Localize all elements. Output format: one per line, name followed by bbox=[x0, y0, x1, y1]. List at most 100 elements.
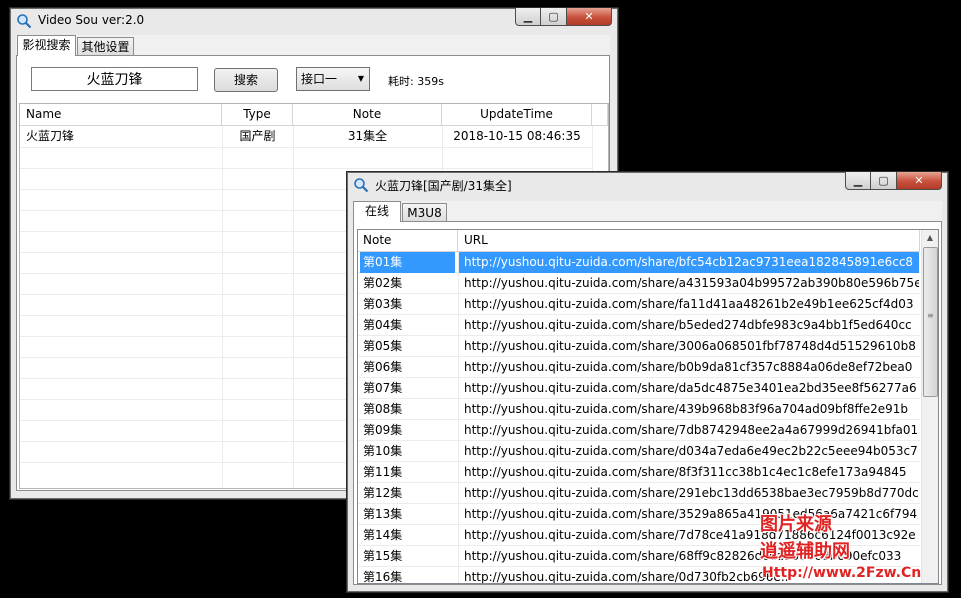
maximize-icon: ▢ bbox=[878, 174, 889, 187]
episode-row[interactable]: 第01集 http://yushou.qitu-zuida.com/share/b… bbox=[358, 252, 920, 273]
main-window-title: Video Sou ver:2.0 bbox=[38, 13, 145, 27]
tab-video-search[interactable]: 影视搜索 bbox=[17, 35, 76, 56]
header-label: Name bbox=[26, 107, 62, 121]
grip-icon: ≡ bbox=[927, 311, 934, 320]
cell-url: http://yushou.qitu-zuida.com/share/291eb… bbox=[464, 486, 919, 500]
close-button[interactable]: ✕ bbox=[567, 8, 612, 26]
cell-url: http://yushou.qitu-zuida.com/share/8f3f3… bbox=[464, 465, 907, 479]
cell-type: 国产剧 bbox=[239, 129, 276, 143]
search-input-value: 火蓝刀锋 bbox=[86, 72, 143, 88]
minimize-icon: ▁ bbox=[523, 10, 533, 23]
cell-note: 第10集 bbox=[363, 444, 403, 458]
close-icon: ✕ bbox=[914, 174, 924, 187]
grid-line bbox=[293, 126, 294, 488]
watermark-line3: Http://www.2Fzw.Cn bbox=[762, 565, 922, 581]
cell-note: 第07集 bbox=[363, 381, 403, 395]
cell-note: 第09集 bbox=[363, 423, 403, 437]
header-label: Note bbox=[352, 107, 382, 121]
minimize-button[interactable]: ▁ bbox=[845, 172, 871, 190]
episode-row[interactable]: 第13集 http://yushou.qitu-zuida.com/share/3… bbox=[358, 504, 920, 525]
episode-table: Note URL 第01集 http://yushou.qitu-zuida.co… bbox=[357, 229, 939, 584]
watermark-line1: 图片来源 bbox=[760, 514, 832, 535]
chevron-down-icon: ▼ bbox=[357, 74, 364, 83]
tab-label: 其他设置 bbox=[81, 40, 130, 54]
episode-row[interactable]: 第08集 http://yushou.qitu-zuida.com/share/4… bbox=[358, 399, 920, 420]
magnifier-icon bbox=[17, 14, 32, 29]
column-header-updatetime[interactable]: UpdateTime bbox=[442, 104, 592, 126]
cell-note: 31集全 bbox=[347, 129, 388, 143]
detail-window: 火蓝刀锋[国产剧/31集全] ▁ ▢ ✕ 在线 M3U8 Note URL 第0… bbox=[346, 171, 949, 593]
cell-url: http://yushou.qitu-zuida.com/share/bfc54… bbox=[459, 252, 919, 273]
episode-row[interactable]: 第11集 http://yushou.qitu-zuida.com/share/8… bbox=[358, 462, 920, 483]
minimize-button[interactable]: ▁ bbox=[515, 8, 541, 26]
header-label: Note bbox=[363, 233, 392, 247]
episode-row[interactable]: 第05集 http://yushou.qitu-zuida.com/share/3… bbox=[358, 336, 920, 357]
episode-row[interactable]: 第10集 http://yushou.qitu-zuida.com/share/d… bbox=[358, 441, 920, 462]
search-button-label: 搜索 bbox=[233, 73, 258, 87]
column-header-note[interactable]: Note bbox=[293, 104, 442, 126]
tab-other-settings[interactable]: 其他设置 bbox=[77, 37, 134, 56]
tab-label: 影视搜索 bbox=[22, 38, 71, 52]
tab-label: M3U8 bbox=[407, 206, 442, 220]
cell-updatetime: 2018-10-15 08:46:35 bbox=[453, 129, 581, 143]
source-select[interactable]: 接口一 ▼ bbox=[296, 67, 370, 91]
header-label: URL bbox=[464, 233, 488, 247]
cell-url: http://yushou.qitu-zuida.com/share/fa11d… bbox=[464, 297, 914, 311]
header-label: Type bbox=[243, 107, 271, 121]
episode-row[interactable]: 第04集 http://yushou.qitu-zuida.com/share/b… bbox=[358, 315, 920, 336]
cell-note: 第03集 bbox=[363, 297, 403, 311]
episode-row[interactable]: 第07集 http://yushou.qitu-zuida.com/share/d… bbox=[358, 378, 920, 399]
maximize-button[interactable]: ▢ bbox=[871, 172, 897, 190]
grid-line bbox=[20, 168, 592, 169]
header-label: UpdateTime bbox=[480, 107, 553, 121]
episode-row[interactable]: 第02集 http://yushou.qitu-zuida.com/share/a… bbox=[358, 273, 920, 294]
detail-titlebar[interactable]: 火蓝刀锋[国产剧/31集全] ▁ ▢ ✕ bbox=[347, 172, 948, 198]
episode-row[interactable]: 第03集 http://yushou.qitu-zuida.com/share/f… bbox=[358, 294, 920, 315]
episode-panel: Note URL 第01集 http://yushou.qitu-zuida.co… bbox=[353, 221, 942, 585]
table-row[interactable]: 火蓝刀锋 国产剧 31集全 2018-10-15 08:46:35 bbox=[20, 126, 592, 147]
maximize-button[interactable]: ▢ bbox=[541, 8, 567, 26]
column-header-url[interactable]: URL bbox=[458, 230, 920, 252]
source-select-value: 接口一 bbox=[301, 72, 338, 86]
watermark-line2: 逍遥辅助网 bbox=[760, 541, 850, 562]
main-titlebar[interactable]: Video Sou ver:2.0 ▁ ▢ ✕ bbox=[10, 8, 618, 34]
tab-m3u8[interactable]: M3U8 bbox=[402, 203, 447, 222]
detail-client-area: 在线 M3U8 Note URL 第01集 http://yushou.qitu-… bbox=[353, 201, 942, 585]
vertical-scrollbar[interactable]: ▲ ≡ bbox=[921, 230, 938, 583]
cell-note: 第16集 bbox=[363, 570, 403, 584]
chevron-up-icon: ▲ bbox=[926, 233, 934, 242]
cell-note: 第14集 bbox=[363, 528, 403, 542]
cell-note: 第12集 bbox=[363, 486, 403, 500]
cell-url: http://yushou.qitu-zuida.com/share/68ff9… bbox=[464, 549, 902, 563]
cell-note: 第04集 bbox=[363, 318, 403, 332]
cell-url: http://yushou.qitu-zuida.com/share/7d78c… bbox=[464, 528, 916, 542]
episode-row[interactable]: 第09集 http://yushou.qitu-zuida.com/share/7… bbox=[358, 420, 920, 441]
cell-note: 第05集 bbox=[363, 339, 403, 353]
scroll-thumb[interactable]: ≡ bbox=[923, 247, 938, 397]
column-header-type[interactable]: Type bbox=[222, 104, 293, 126]
elapsed-time: 耗时: 359s bbox=[388, 75, 444, 88]
cell-url: http://yushou.qitu-zuida.com/share/7db87… bbox=[464, 423, 919, 437]
cell-url: http://yushou.qitu-zuida.com/share/a4315… bbox=[464, 276, 919, 290]
cell-name: 火蓝刀锋 bbox=[26, 129, 75, 143]
search-input[interactable]: 火蓝刀锋 bbox=[31, 67, 198, 91]
column-header-note[interactable]: Note bbox=[358, 230, 458, 252]
column-header-filler bbox=[592, 104, 608, 126]
close-icon: ✕ bbox=[584, 10, 594, 23]
cell-note: 第11集 bbox=[363, 465, 403, 479]
cell-note: 第02集 bbox=[363, 276, 403, 290]
close-button[interactable]: ✕ bbox=[897, 172, 942, 190]
cell-url: http://yushou.qitu-zuida.com/share/3006a… bbox=[464, 339, 916, 353]
cell-note: 第15集 bbox=[363, 549, 403, 563]
cell-note: 第01集 bbox=[360, 252, 455, 273]
minimize-icon: ▁ bbox=[853, 174, 863, 187]
magnifier-icon bbox=[354, 178, 369, 193]
tab-online[interactable]: 在线 bbox=[353, 201, 401, 222]
cell-note: 第13集 bbox=[363, 507, 403, 521]
cell-note: 第06集 bbox=[363, 360, 403, 374]
scroll-up-button[interactable]: ▲ bbox=[922, 230, 938, 246]
episode-row[interactable]: 第06集 http://yushou.qitu-zuida.com/share/b… bbox=[358, 357, 920, 378]
search-button[interactable]: 搜索 bbox=[214, 68, 278, 92]
episode-row[interactable]: 第12集 http://yushou.qitu-zuida.com/share/2… bbox=[358, 483, 920, 504]
column-header-name[interactable]: Name bbox=[20, 104, 222, 126]
